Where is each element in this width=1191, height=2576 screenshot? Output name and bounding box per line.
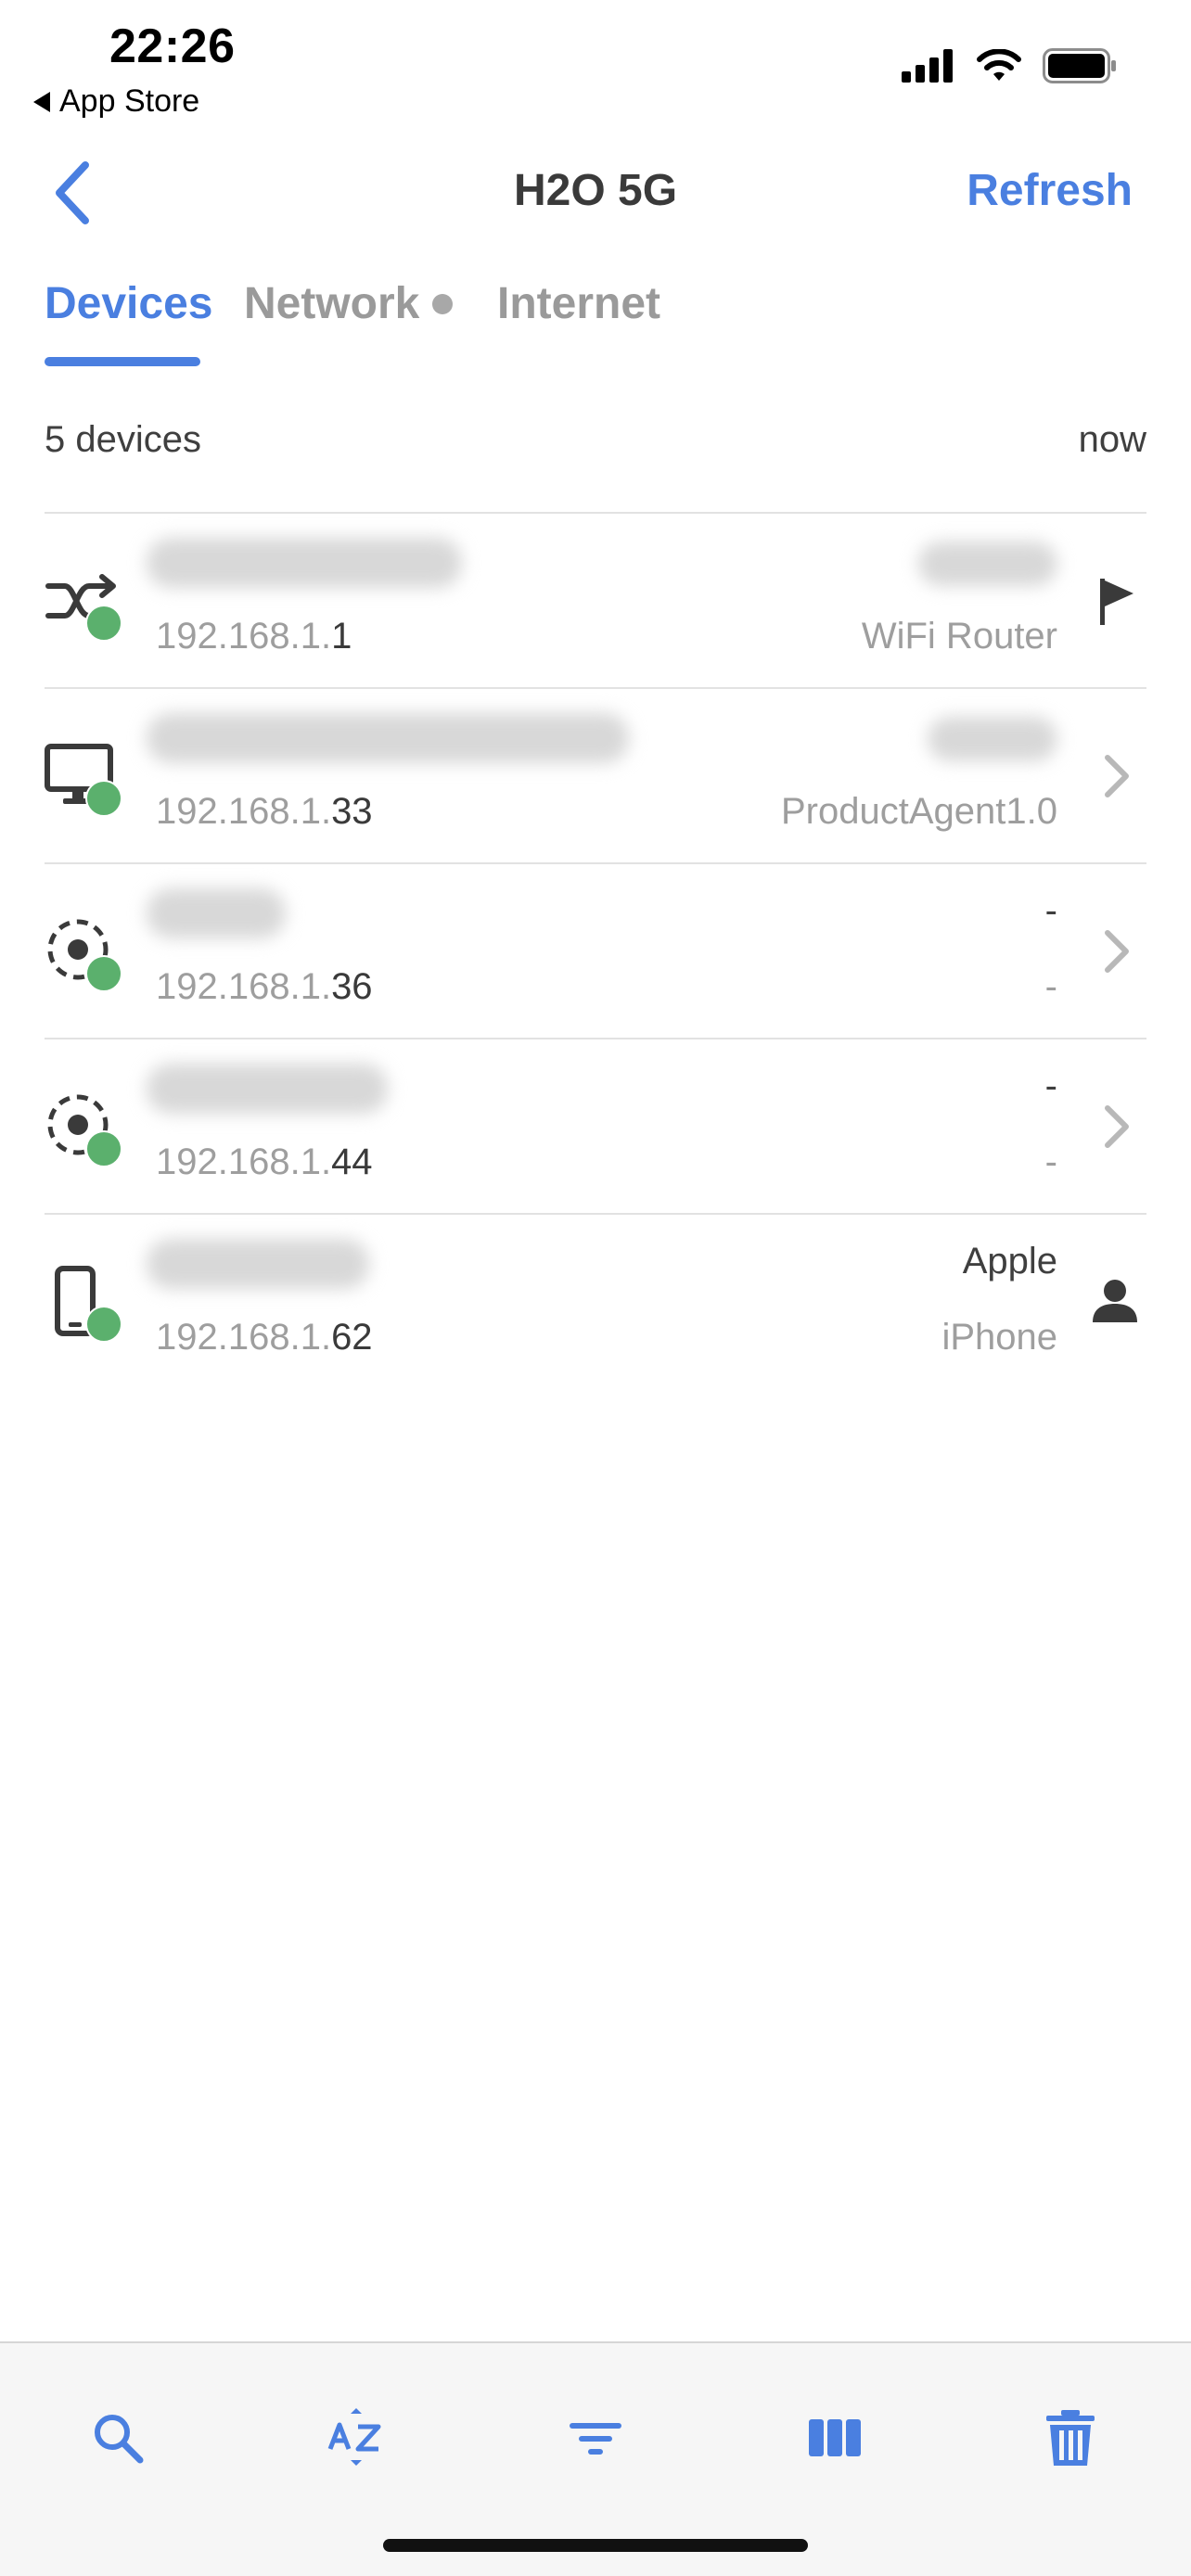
device-row[interactable]: - 192.168.1.36 -: [45, 864, 1146, 1039]
device-vendor: Apple: [962, 1241, 1057, 1282]
ip-host: 44: [331, 1141, 373, 1182]
device-row[interactable]: - 192.168.1.44 -: [45, 1039, 1146, 1215]
last-updated: now: [1078, 419, 1146, 460]
trash-icon[interactable]: [1041, 2408, 1100, 2468]
device-name-redacted: [147, 888, 286, 938]
status-icons: [902, 48, 1117, 83]
device-model: ProductAgent1.0: [781, 791, 1057, 832]
columns-icon[interactable]: [805, 2408, 864, 2468]
online-status-dot: [85, 955, 122, 992]
online-status-dot: [85, 1130, 122, 1167]
ip-prefix: 192.168.1.: [156, 1317, 332, 1358]
device-vendor: -: [1044, 890, 1057, 931]
search-icon[interactable]: [88, 2408, 147, 2468]
device-name-redacted: [147, 1239, 369, 1289]
chevron-right-icon[interactable]: [1087, 922, 1143, 981]
ip-prefix: 192.168.1.: [156, 966, 332, 1007]
device-row[interactable]: 192.168.1.33 ProductAgent1.0: [45, 689, 1146, 864]
device-row[interactable]: 192.168.1.1 WiFi Router: [45, 514, 1146, 689]
sort-az-icon[interactable]: [327, 2408, 386, 2468]
back-triangle-icon: [33, 91, 50, 112]
ip-prefix: 192.168.1.: [156, 616, 332, 657]
tab-devices[interactable]: Devices: [45, 278, 212, 329]
tab-network-label: Network: [244, 279, 420, 328]
chevron-right-icon[interactable]: [1087, 746, 1143, 806]
wifi-icon: [977, 49, 1021, 81]
active-tab-indicator: [45, 357, 200, 366]
ip-prefix: 192.168.1.: [156, 791, 332, 832]
ip-prefix: 192.168.1.: [156, 1141, 332, 1182]
ip-host: 1: [331, 616, 352, 657]
back-app-label: App Store: [59, 83, 200, 119]
device-row[interactable]: Apple 192.168.1.62 iPhone: [45, 1215, 1146, 1390]
device-list: 192.168.1.1 WiFi Router 192.168.1.33 Pro…: [45, 514, 1146, 1390]
device-vendor: -: [1044, 1065, 1057, 1106]
refresh-button[interactable]: Refresh: [967, 165, 1133, 216]
home-indicator: [383, 2539, 808, 2552]
device-model: iPhone: [941, 1317, 1057, 1358]
tab-internet[interactable]: Internet: [497, 278, 660, 329]
tab-network[interactable]: Network: [244, 278, 454, 329]
cellular-signal-icon: [902, 49, 953, 83]
device-name-redacted: [147, 713, 629, 763]
vendor-redacted: [928, 717, 1057, 761]
device-ip: 192.168.1.36: [156, 966, 373, 1008]
flag-icon[interactable]: [1087, 571, 1143, 631]
device-model: -: [1044, 966, 1057, 1007]
device-ip: 192.168.1.33: [156, 791, 373, 833]
device-count: 5 devices: [45, 419, 201, 460]
device-ip: 192.168.1.44: [156, 1141, 373, 1183]
back-to-app-store[interactable]: App Store: [33, 83, 199, 120]
device-name-redacted: [147, 538, 462, 588]
status-dot-icon: [432, 293, 454, 314]
online-status-dot: [85, 1306, 122, 1343]
filter-icon[interactable]: [566, 2408, 625, 2468]
vendor-redacted: [918, 542, 1057, 586]
device-model: WiFi Router: [861, 616, 1057, 657]
device-ip: 192.168.1.62: [156, 1317, 373, 1358]
person-icon[interactable]: [1087, 1272, 1143, 1332]
device-model: -: [1044, 1141, 1057, 1182]
ip-host: 36: [331, 966, 373, 1007]
device-ip: 192.168.1.1: [156, 616, 352, 657]
online-status-dot: [85, 605, 122, 642]
ip-host: 62: [331, 1317, 373, 1358]
ip-host: 33: [331, 791, 373, 832]
battery-icon: [1043, 48, 1116, 83]
status-time: 22:26: [109, 19, 236, 73]
chevron-right-icon[interactable]: [1087, 1097, 1143, 1156]
device-name-redacted: [147, 1064, 388, 1114]
online-status-dot: [85, 780, 122, 817]
